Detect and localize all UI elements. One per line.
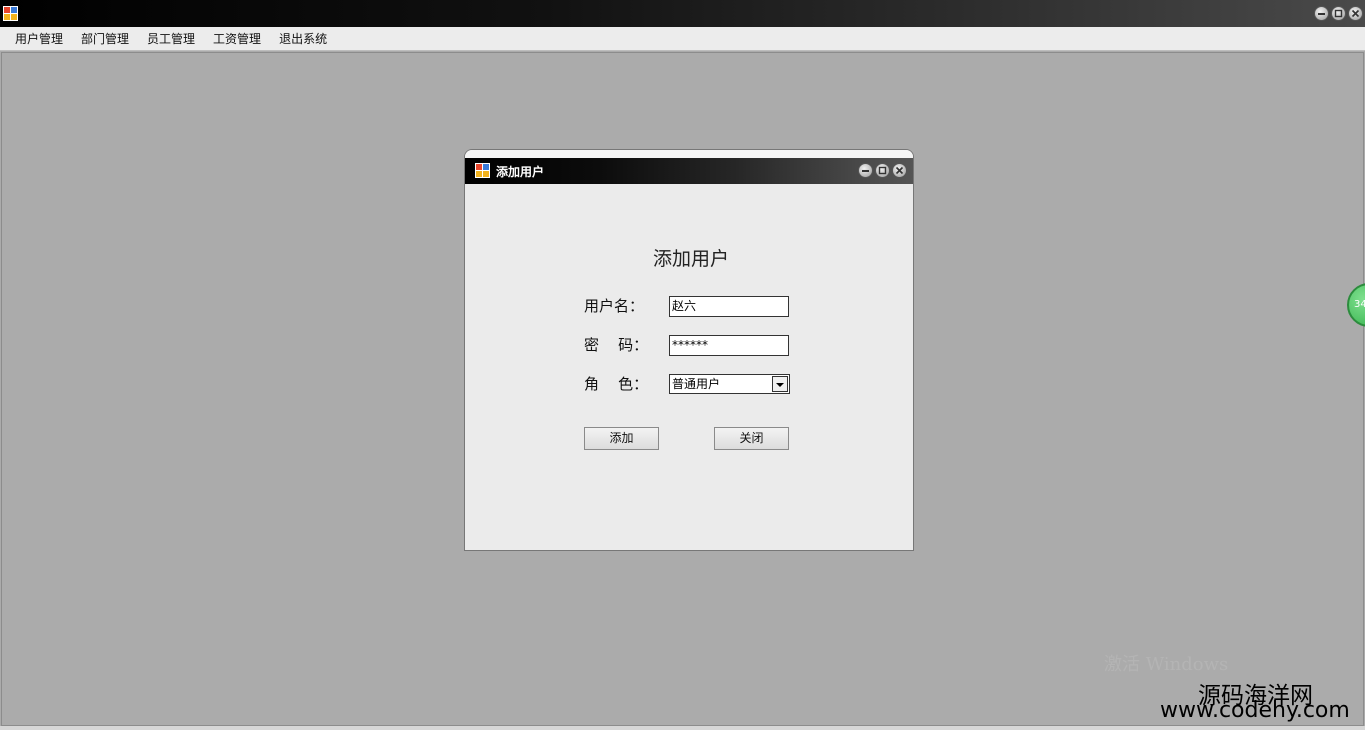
- maximize-button[interactable]: [1331, 6, 1346, 21]
- password-label: 密 码：: [584, 336, 649, 354]
- main-titlebar[interactable]: [0, 0, 1365, 27]
- menu-salary-management[interactable]: 工资管理: [204, 27, 270, 50]
- chevron-down-icon: [776, 377, 784, 391]
- dialog-window-controls: [858, 163, 907, 178]
- role-dropdown-button[interactable]: [772, 376, 788, 392]
- main-window-controls: [1314, 6, 1363, 21]
- activate-windows-overlay: 激活 Windows: [1104, 654, 1229, 675]
- password-input[interactable]: ******: [669, 335, 789, 356]
- watermark-url: www.codehy.com: [1160, 698, 1350, 723]
- menu-user-management[interactable]: 用户管理: [6, 27, 72, 50]
- maximize-icon: [876, 164, 889, 177]
- menu-bar: 用户管理 部门管理 员工管理 工资管理 退出系统: [0, 27, 1365, 51]
- dialog-close-button[interactable]: [892, 163, 907, 178]
- role-label: 角 色：: [584, 375, 649, 393]
- role-select-value: 普通用户: [672, 377, 721, 391]
- username-input[interactable]: 赵六: [669, 296, 789, 317]
- close-button[interactable]: [1348, 6, 1363, 21]
- dialog-frame-top: [465, 150, 913, 158]
- dialog-titlebar[interactable]: 添加用户: [465, 158, 913, 184]
- role-select[interactable]: 普通用户: [669, 374, 790, 394]
- app-logo-icon: [3, 6, 18, 21]
- menu-department-management[interactable]: 部门管理: [72, 27, 138, 50]
- bottom-edge: [0, 726, 1365, 730]
- close-icon: [1349, 7, 1362, 20]
- dialog-maximize-button[interactable]: [875, 163, 890, 178]
- dialog-minimize-button[interactable]: [858, 163, 873, 178]
- form-heading: 添加用户: [652, 248, 729, 270]
- minimize-icon: [859, 164, 872, 177]
- floating-widget-text: 34: [1354, 299, 1365, 310]
- add-button[interactable]: 添加: [584, 427, 659, 450]
- close-icon: [893, 164, 906, 177]
- minimize-icon: [1315, 7, 1328, 20]
- maximize-icon: [1332, 7, 1345, 20]
- minimize-button[interactable]: [1314, 6, 1329, 21]
- menu-employee-management[interactable]: 员工管理: [138, 27, 204, 50]
- menu-exit-system[interactable]: 退出系统: [270, 27, 336, 50]
- app-logo-icon: [475, 163, 490, 178]
- username-label: 用户名：: [584, 297, 645, 315]
- close-dialog-button[interactable]: 关闭: [714, 427, 789, 450]
- dialog-title: 添加用户: [496, 165, 545, 179]
- add-user-dialog: 添加用户 添加用户 用户名： 赵六 密 码： ****** 角 色： 普通用户 …: [464, 149, 914, 551]
